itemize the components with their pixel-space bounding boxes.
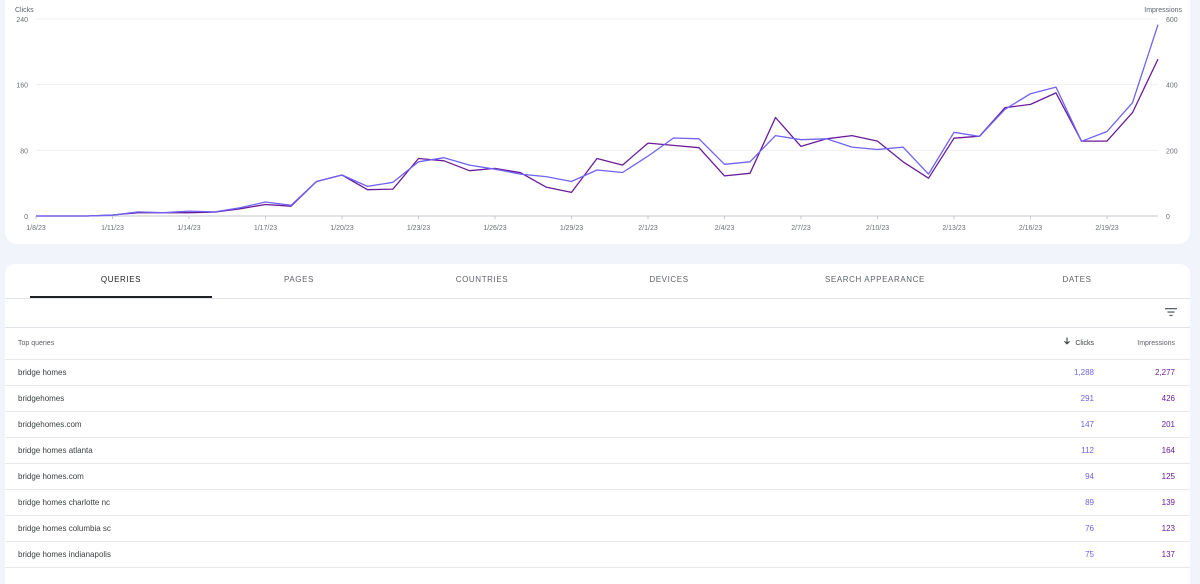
impressions-cell: 139 [1161, 498, 1175, 507]
left-tick-label: 0 [24, 214, 28, 221]
query-cell: bridge homes charlotte nc [18, 498, 111, 507]
x-tick-label: 1/29/23 [560, 225, 583, 232]
tab-queries[interactable]: QUERIES [30, 264, 212, 298]
active-tab-indicator [30, 296, 212, 298]
performance-chart-card: 0 0 80 200 160 400 240 600 Clicks Impressions 1/8/… [5, 0, 1190, 244]
x-tick-label: 2/19/23 [1095, 225, 1118, 232]
right-tick-label: 400 [1166, 83, 1178, 90]
x-tick-label: 1/11/23 [101, 225, 124, 232]
x-tick-label: 2/10/23 [866, 225, 889, 232]
query-cell: bridgehomes [18, 394, 65, 403]
query-cell: bridge homes columbia sc [18, 524, 111, 533]
query-cell: bridge homes [18, 368, 67, 377]
tab-countries[interactable]: COUNTRIES [400, 264, 564, 298]
x-tick-label: 2/4/23 [715, 225, 735, 232]
query-cell: bridgehomes.com [18, 420, 82, 429]
query-cell: bridge homes.com [18, 472, 84, 481]
right-tick-label: 600 [1166, 17, 1178, 24]
query-cell: bridge homes atlanta [18, 446, 93, 455]
left-axis-title: Clicks [15, 7, 34, 14]
right-axis-title: Impressions [1144, 7, 1182, 14]
performance-chart: 0 0 80 200 160 400 240 600 Clicks Impressions 1/8/… [15, 7, 1183, 232]
clicks-cell: 1,288 [1073, 368, 1094, 377]
tab-dates[interactable]: DATES [995, 264, 1159, 298]
clicks-cell: 76 [1085, 524, 1094, 533]
table-toolbar [5, 299, 1190, 328]
report-table-card: QUERIES PAGES COUNTRIES DEVICES SEARCH A… [5, 264, 1190, 584]
impressions-cell: 137 [1161, 550, 1175, 559]
left-tick-label: 80 [20, 148, 28, 155]
impressions-cell: 125 [1161, 472, 1175, 481]
clicks-cell: 89 [1085, 498, 1094, 507]
arrow-down-icon [1064, 337, 1071, 345]
tab-search-appearance[interactable]: SEARCH APPEARANCE [785, 264, 965, 298]
left-tick-label: 160 [16, 83, 28, 90]
x-tick-label: 1/8/23 [26, 225, 46, 232]
x-tick-label: 1/26/23 [483, 225, 506, 232]
clicks-cell: 291 [1080, 394, 1094, 403]
x-tick-label: 2/16/23 [1019, 225, 1042, 232]
right-tick-label: 200 [1166, 148, 1178, 155]
x-tick-label: 2/13/23 [942, 225, 965, 232]
tab-devices[interactable]: DEVICES [587, 264, 751, 298]
impressions-cell: 164 [1161, 446, 1175, 455]
x-tick-label: 1/14/23 [177, 225, 200, 232]
column-header-impressions[interactable]: Impressions [1137, 328, 1175, 359]
column-header-clicks[interactable]: Clicks [1063, 328, 1094, 359]
x-tick-label: 2/1/23 [638, 225, 658, 232]
impressions-cell: 426 [1161, 394, 1175, 403]
x-tick-label: 1/17/23 [254, 225, 277, 232]
column-header-clicks-label: Clicks [1075, 340, 1094, 347]
impressions-cell: 123 [1161, 524, 1175, 533]
clicks-cell: 147 [1080, 420, 1094, 429]
tab-pages[interactable]: PAGES [217, 264, 381, 298]
x-tick-label: 1/20/23 [330, 225, 353, 232]
clicks-cell: 94 [1085, 472, 1094, 481]
report-tabs: QUERIES PAGES COUNTRIES DEVICES SEARCH A… [5, 264, 1190, 299]
table-row[interactable]: bridgehomes 291 426 [5, 386, 1190, 412]
query-cell: bridge homes indianapolis [18, 550, 111, 559]
clicks-cell: 75 [1085, 550, 1094, 559]
table-row[interactable]: bridge homes charlotte nc 89 139 [5, 490, 1190, 516]
impressions-cell: 2,277 [1154, 368, 1175, 377]
impressions-cell: 201 [1161, 420, 1175, 429]
x-tick-label: 1/23/23 [407, 225, 430, 232]
table-row[interactable]: bridge homes indianapolis 75 137 [5, 542, 1190, 568]
filter-icon[interactable] [1164, 305, 1178, 319]
table-row[interactable]: bridge homes.com 94 125 [5, 464, 1190, 490]
table-row[interactable]: bridge homes 1,288 2,277 [5, 360, 1190, 386]
left-tick-label: 240 [16, 17, 28, 24]
right-tick-label: 0 [1166, 214, 1170, 221]
column-header-query: Top queries [18, 340, 55, 347]
impressions-series-line [36, 58, 1159, 217]
table-header-row: Top queries Clicks Impressions [5, 328, 1190, 360]
table-row[interactable]: bridge homes atlanta 112 164 [5, 438, 1190, 464]
x-tick-label: 2/7/23 [791, 225, 811, 232]
table-row[interactable]: bridgehomes.com 147 201 [5, 412, 1190, 438]
clicks-series-line [36, 24, 1159, 217]
table-row[interactable]: bridge homes columbia sc 76 123 [5, 516, 1190, 542]
clicks-cell: 112 [1081, 446, 1094, 455]
